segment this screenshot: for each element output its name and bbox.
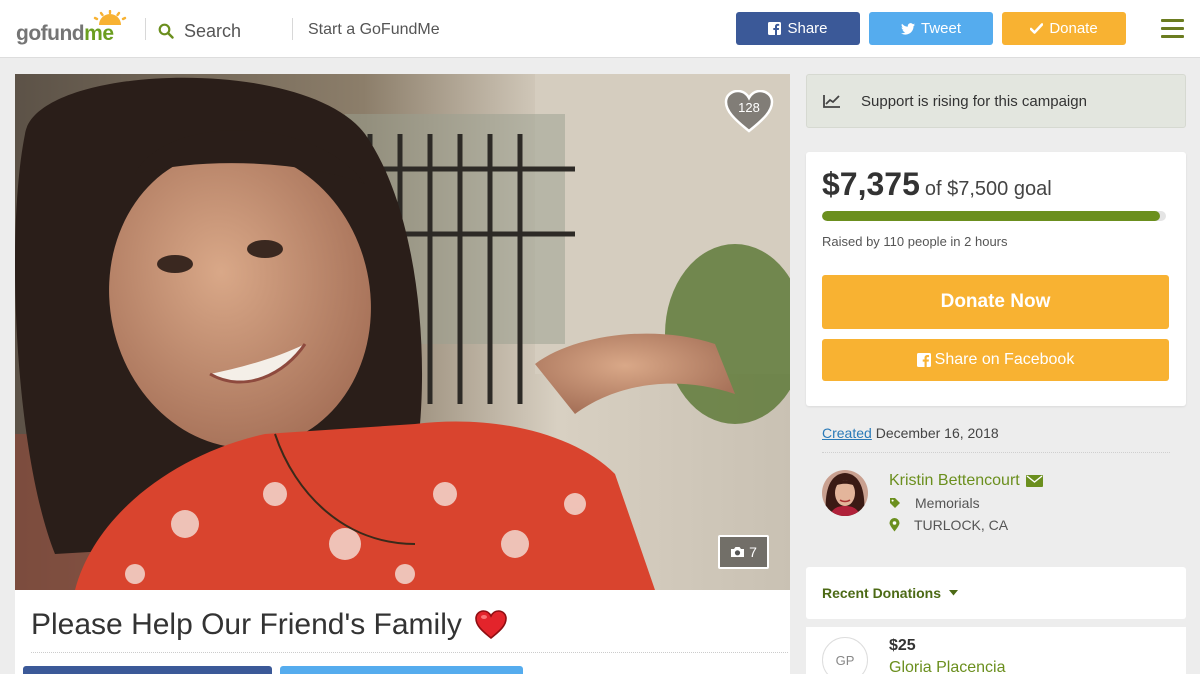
campaign-title: Please Help Our Friend's Family bbox=[31, 608, 508, 642]
header-donate-label: Donate bbox=[1049, 20, 1098, 37]
red-heart-icon bbox=[475, 610, 507, 640]
tag-icon bbox=[890, 498, 900, 508]
logo-sun-icon bbox=[93, 10, 127, 25]
facebook-icon bbox=[916, 353, 931, 367]
trending-chart-icon bbox=[823, 95, 840, 108]
caret-down-icon bbox=[949, 590, 959, 596]
map-marker-icon bbox=[889, 518, 900, 532]
share-on-facebook-label: Share on Facebook bbox=[934, 351, 1075, 368]
facebook-share-strip[interactable] bbox=[23, 666, 272, 674]
donation-card: $7,375 of $7,500 goal Raised by 110 peop… bbox=[806, 152, 1186, 406]
hamburger-menu-icon[interactable] bbox=[1161, 19, 1184, 38]
location-text: TURLOCK, CA bbox=[914, 517, 1009, 533]
campaign-photo[interactable] bbox=[15, 74, 790, 590]
organizer-name[interactable]: Kristin Bettencourt bbox=[889, 472, 1043, 490]
progress-bar bbox=[822, 211, 1166, 221]
donate-now-button[interactable]: Donate Now bbox=[822, 275, 1169, 329]
donation-list-item: GP $25 Gloria Placencia bbox=[806, 627, 1186, 674]
donor-avatar: GP bbox=[822, 637, 868, 674]
created-date: December 16, 2018 bbox=[875, 425, 999, 441]
recent-donations-toggle[interactable]: Recent Donations bbox=[822, 585, 959, 601]
campaign-category: Memorials bbox=[889, 495, 980, 511]
support-rising-banner: Support is rising for this campaign bbox=[806, 74, 1186, 128]
donor-name: Gloria Placencia bbox=[889, 659, 1006, 674]
campaign-location: TURLOCK, CA bbox=[889, 517, 1008, 533]
recent-donations-label: Recent Donations bbox=[822, 585, 942, 601]
divider bbox=[822, 452, 1170, 453]
amount-raised: $7,375 of $7,500 goal bbox=[822, 166, 1052, 203]
gofundme-logo[interactable]: gofundme bbox=[16, 10, 128, 46]
start-gofundme-link[interactable]: Start a GoFundMe bbox=[308, 21, 440, 39]
donation-amount: $25 bbox=[889, 637, 916, 654]
header-tweet-label: Tweet bbox=[920, 20, 962, 37]
heart-badge[interactable]: 128 bbox=[724, 90, 774, 134]
divider bbox=[31, 652, 788, 653]
category-text[interactable]: Memorials bbox=[915, 495, 980, 511]
campaign-title-text: Please Help Our Friend's Family bbox=[31, 608, 462, 641]
created-link[interactable]: Created bbox=[822, 425, 872, 441]
goal-amount: of $7,500 goal bbox=[924, 178, 1052, 200]
progress-fill bbox=[822, 211, 1161, 221]
search-label: Search bbox=[184, 20, 242, 41]
header-divider bbox=[145, 18, 146, 40]
organizer-name-text: Kristin Bettencourt bbox=[889, 472, 1020, 489]
search-icon bbox=[158, 23, 174, 39]
header-tweet-button[interactable]: Tweet bbox=[869, 12, 993, 45]
support-rising-text: Support is rising for this campaign bbox=[861, 92, 1087, 110]
checkmark-icon bbox=[1030, 23, 1044, 34]
heart-count: 128 bbox=[738, 100, 760, 115]
twitter-share-strip[interactable] bbox=[280, 666, 523, 674]
raised-by-text: Raised by 110 people in 2 hours bbox=[822, 234, 1008, 249]
photo-count: 7 bbox=[749, 544, 757, 560]
organizer-avatar-image bbox=[822, 470, 868, 516]
search-button[interactable]: Search bbox=[158, 19, 241, 43]
raised-amount: $7,375 bbox=[822, 166, 920, 202]
twitter-icon bbox=[900, 22, 915, 35]
envelope-icon[interactable] bbox=[1025, 475, 1043, 487]
site-header: gofundme Search Start a GoFundMe Share T… bbox=[0, 0, 1200, 58]
header-share-label: Share bbox=[787, 20, 828, 37]
title-card: Please Help Our Friend's Family bbox=[15, 590, 790, 674]
camera-icon bbox=[731, 547, 745, 557]
created-info: Created December 16, 2018 bbox=[822, 425, 999, 441]
campaign-photo-image bbox=[15, 74, 790, 590]
organizer-avatar[interactable] bbox=[822, 470, 868, 516]
header-share-button[interactable]: Share bbox=[736, 12, 860, 45]
recent-donations-header: Recent Donations bbox=[806, 567, 1186, 619]
facebook-icon bbox=[768, 22, 782, 35]
header-donate-button[interactable]: Donate bbox=[1002, 12, 1126, 45]
header-divider bbox=[292, 18, 293, 40]
photo-gallery-button[interactable]: 7 bbox=[718, 535, 769, 569]
share-on-facebook-button[interactable]: Share on Facebook bbox=[822, 339, 1169, 381]
